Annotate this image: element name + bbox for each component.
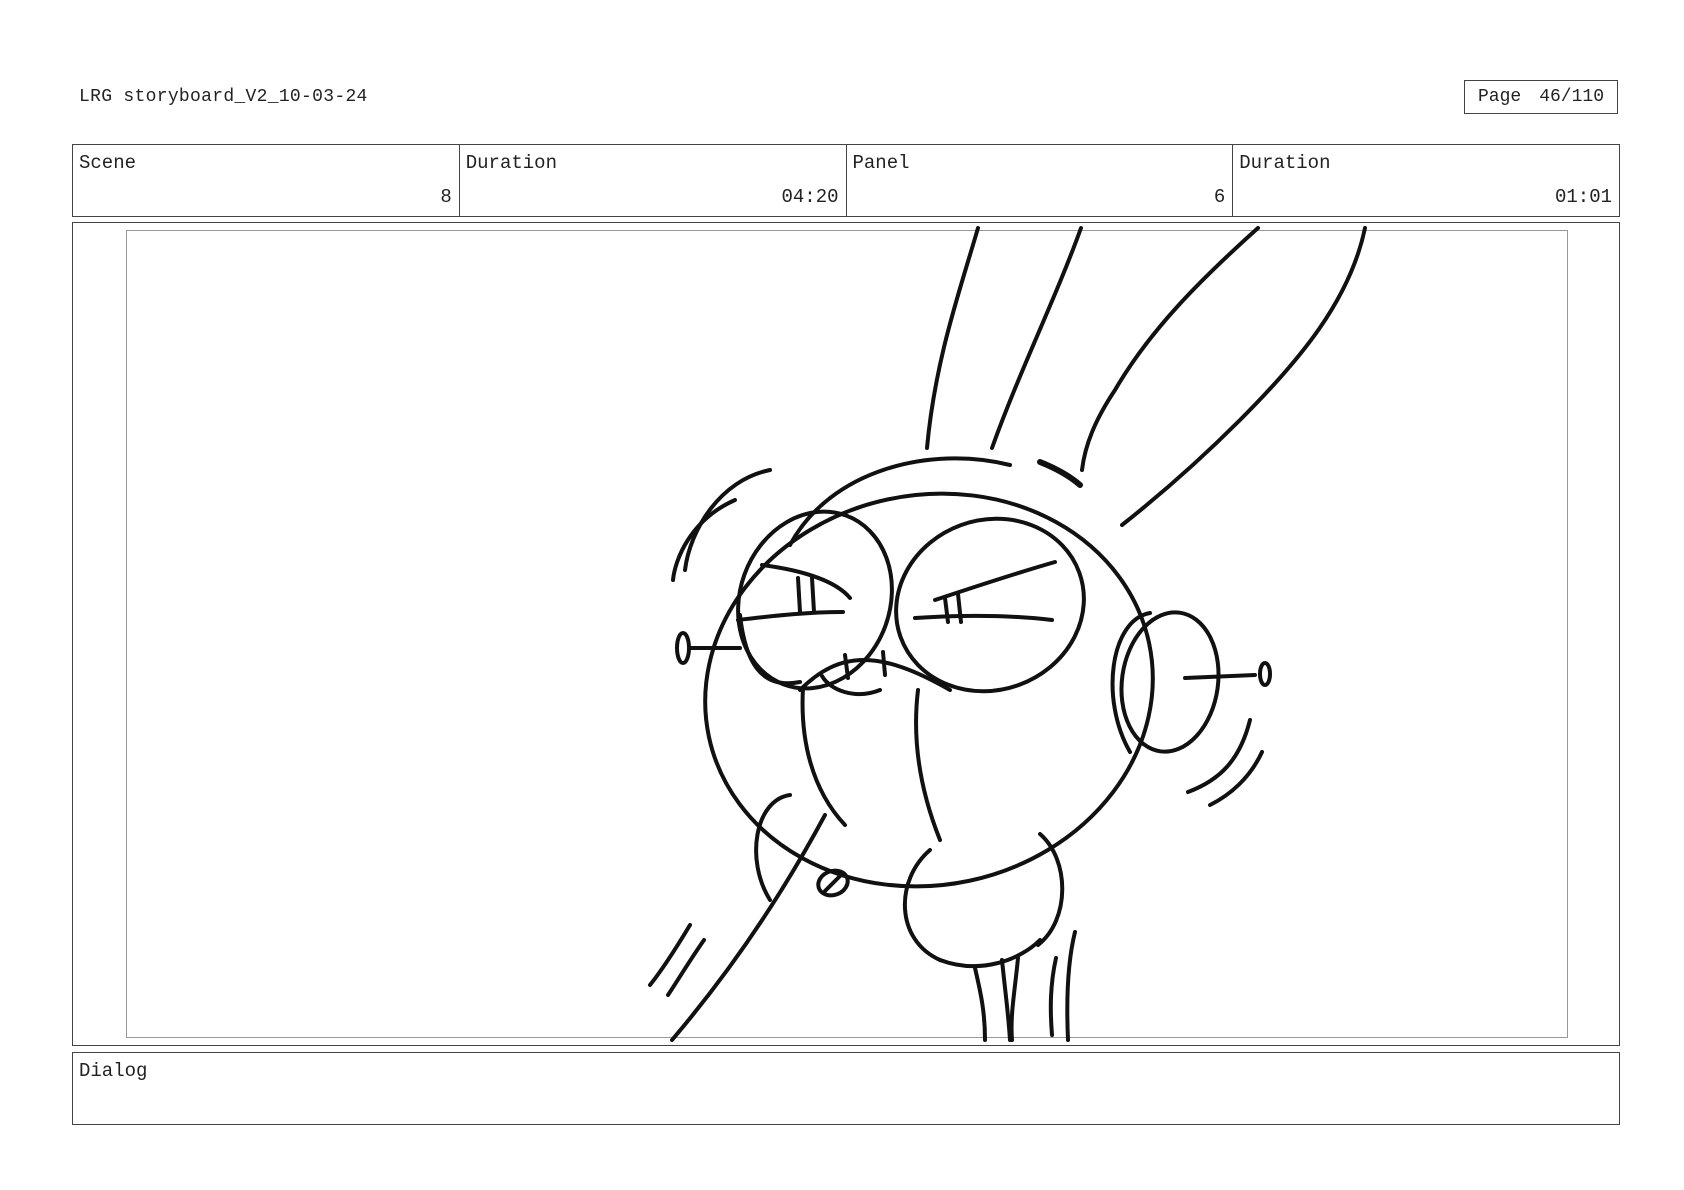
robot-bunny-sketch-icon <box>648 226 1367 1042</box>
dialog-label: Dialog <box>79 1060 148 1082</box>
dialog-box: Dialog <box>72 1052 1620 1125</box>
